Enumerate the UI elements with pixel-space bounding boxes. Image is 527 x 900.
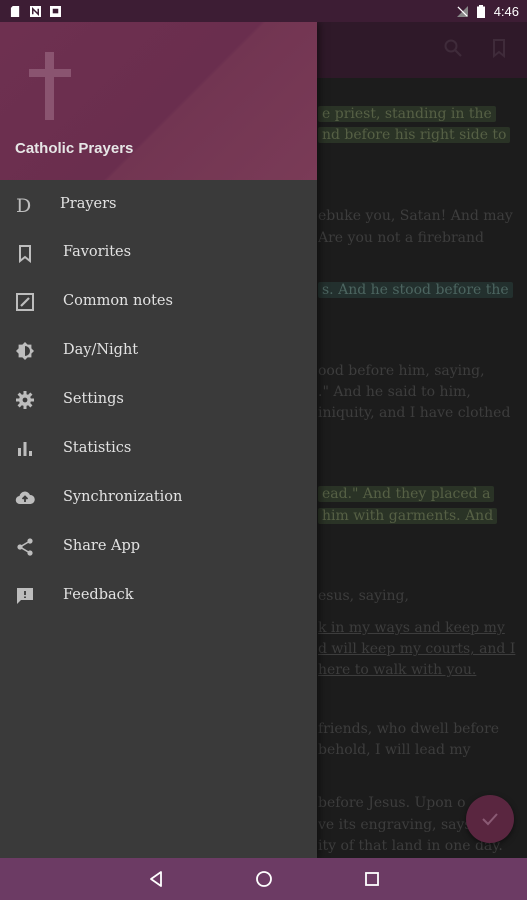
menu-item-day-night[interactable]: Day/Night <box>0 330 317 372</box>
highlighted-text: e priest, standing in the <box>318 106 496 122</box>
text-line: esus, saying, <box>318 588 409 604</box>
search-icon[interactable] <box>443 38 463 58</box>
highlighted-text: ead." And they placed a <box>318 486 495 502</box>
check-icon <box>482 813 498 826</box>
menu-item-label: Share App <box>63 538 141 554</box>
highlighted-text: nd before his right side to <box>318 127 511 143</box>
text-line: ." And he said to him, <box>318 384 471 400</box>
sd-card-icon <box>10 5 20 17</box>
text-line: ood before him, saying, <box>318 363 485 379</box>
feedback-icon <box>17 588 33 604</box>
menu-item-settings[interactable]: Settings <box>0 379 317 421</box>
menu-item-prayers[interactable]: D Prayers <box>0 184 317 226</box>
navigation-drawer: Catholic Prayers D Prayers Favorites Com… <box>0 22 317 858</box>
confirm-fab[interactable] <box>466 795 514 843</box>
bookmark-icon <box>19 245 31 263</box>
edit-note-icon <box>16 293 34 311</box>
underlined-text: k in my ways and keep my <box>318 620 505 636</box>
text-line: ve its engraving, says <box>318 817 472 833</box>
text-line: ebuke you, Satan! And may <box>318 208 513 224</box>
text-line: Are you not a firebrand <box>318 230 484 246</box>
menu-item-label: Common notes <box>63 293 173 309</box>
back-icon[interactable] <box>147 870 165 888</box>
menu-item-synchronization[interactable]: Synchronization <box>0 477 317 519</box>
text-line: before Jesus. Upon o <box>318 795 466 811</box>
highlighted-text: him with garments. And <box>318 508 498 524</box>
menu-item-label: Feedback <box>63 587 134 603</box>
text-line: ity of that land in one day. <box>318 838 503 854</box>
n-icon <box>30 5 41 17</box>
home-icon[interactable] <box>255 870 273 888</box>
drawer-header: Catholic Prayers <box>0 22 317 180</box>
menu-item-label: Settings <box>63 391 124 407</box>
menu-item-label: Day/Night <box>63 342 139 358</box>
d-letter-icon: D <box>16 195 31 215</box>
svg-text:D: D <box>16 195 31 215</box>
battery-icon <box>476 4 485 18</box>
menu-item-feedback[interactable]: Feedback <box>0 575 317 617</box>
menu-item-favorites[interactable]: Favorites <box>0 232 317 274</box>
menu-item-label: Favorites <box>63 244 132 260</box>
clock-time: 4:46 <box>493 3 519 19</box>
signal-off-icon <box>456 5 468 17</box>
menu-item-label: Synchronization <box>63 489 183 505</box>
underlined-text: here to walk with you. <box>318 662 477 678</box>
brightness-icon <box>16 342 34 360</box>
text-line: behold, I will lead my <box>318 742 471 758</box>
recents-icon[interactable] <box>363 870 381 888</box>
bookmark-icon[interactable] <box>489 38 509 58</box>
menu-item-label: Prayers <box>60 196 117 212</box>
bar-chart-icon <box>18 442 32 456</box>
drawer-title: Catholic Prayers <box>15 140 134 157</box>
cloud-upload-icon <box>15 491 35 505</box>
status-bar: 4:46 <box>0 0 527 22</box>
menu-item-share-app[interactable]: Share App <box>0 526 317 568</box>
underlined-text: d will keep my courts, and I <box>318 641 516 657</box>
menu-item-label: Statistics <box>63 440 132 456</box>
share-icon <box>17 538 33 556</box>
text-line: friends, who dwell before <box>318 721 500 737</box>
highlighted-text: s. And he stood before the <box>318 282 513 298</box>
menu-item-common-notes[interactable]: Common notes <box>0 281 317 323</box>
gear-icon <box>16 391 34 409</box>
square-notification-icon <box>50 5 61 17</box>
menu-item-statistics[interactable]: Statistics <box>0 428 317 470</box>
system-navigation-bar <box>0 858 527 900</box>
text-line: iniquity, and I have clothed <box>318 405 511 421</box>
